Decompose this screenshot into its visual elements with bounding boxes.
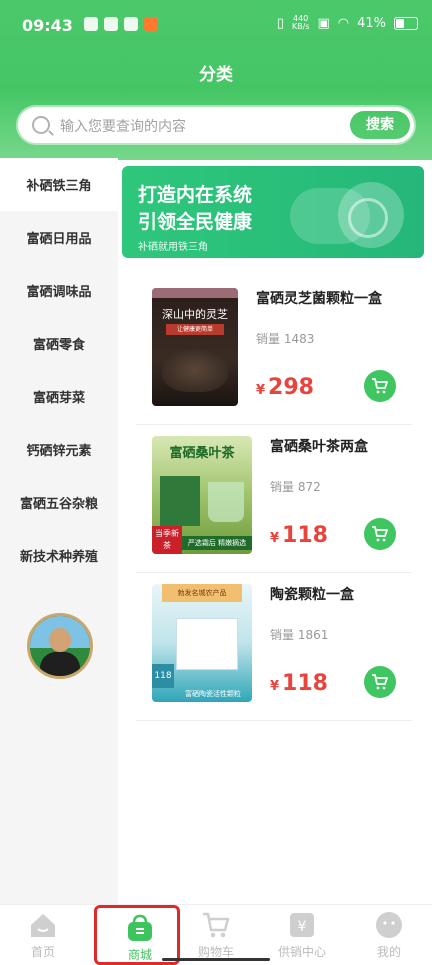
bottom-tab-bar: 首页 商城 购物车 ¥ 供销中心 我的 — [0, 904, 432, 965]
home-icon — [31, 914, 55, 937]
product-price: 298 — [268, 375, 314, 400]
sales-label: 销量 — [256, 332, 281, 346]
header: 09:43 ▯ 440 KB/s ▣ ◠ 41% 分类 输入您要查询的内容 搜索 — [0, 0, 432, 160]
sidebar-item-grains[interactable]: 富硒五谷杂粮 — [0, 476, 118, 529]
cart-icon — [372, 378, 388, 394]
cart-icon — [372, 526, 388, 542]
product-image-subtitle: 让健康更简单 — [166, 324, 224, 335]
battery-percent: 41% — [357, 15, 386, 31]
product-image-title: 富硒桑叶茶 — [169, 446, 235, 461]
sales-count: 1861 — [297, 628, 329, 642]
product-image-corner: 当季新茶 — [152, 526, 182, 554]
status-right: ▯ 440 KB/s ▣ ◠ 41% — [277, 15, 418, 31]
price-currency: ¥ — [256, 383, 266, 398]
search-icon — [32, 116, 50, 134]
profile-icon — [376, 912, 402, 938]
svg-text:¥: ¥ — [298, 919, 307, 935]
avatar[interactable] — [27, 613, 93, 679]
cart-icon — [203, 912, 230, 938]
sales-count: 872 — [297, 480, 321, 494]
sidebar-item-supplement[interactable]: 补硒铁三角 — [0, 158, 118, 211]
tab-home-label: 首页 — [30, 945, 55, 959]
search-bar[interactable]: 输入您要查询的内容 搜索 — [18, 107, 414, 143]
tab-supply-center-label: 供销中心 — [277, 945, 326, 959]
sim-icon: ▣ — [317, 15, 330, 31]
product-image-corner: 118 — [152, 664, 174, 688]
product-name[interactable]: 富硒灵芝菌颗粒一盒 — [256, 288, 382, 308]
app-notification-icon — [84, 17, 98, 31]
product-item[interactable]: 勃发名城农产品 118 富硒陶瓷活性颗粒 陶瓷颗粒一盒 销量 1861 ¥118 — [136, 572, 412, 721]
product-name[interactable]: 富硒桑叶茶两盒 — [270, 436, 368, 456]
tab-profile[interactable]: 我的 — [346, 905, 432, 965]
sidebar-item-farming[interactable]: 新技术种养殖 — [0, 529, 118, 582]
tab-profile-label: 我的 — [376, 945, 401, 959]
product-item[interactable]: 富硒桑叶茶 当季新茶 严选霜后 精嫩摘选 富硒桑叶茶两盒 销量 872 ¥118 — [136, 424, 412, 573]
status-time: 09:43 — [22, 16, 73, 35]
product-name[interactable]: 陶瓷颗粒一盒 — [270, 584, 354, 604]
banner-line2: 引领全民健康 — [138, 211, 253, 233]
sales-count: 1483 — [283, 332, 315, 346]
shopping-bag-icon — [128, 914, 152, 941]
home-indicator — [162, 958, 270, 961]
tab-cart[interactable]: 购物车 — [173, 905, 259, 965]
product-price: 118 — [282, 671, 328, 696]
sales-label: 销量 — [270, 628, 295, 642]
category-sidebar: 补硒铁三角 富硒日用品 富硒调味品 富硒零食 富硒芽菜 钙硒锌元素 富硒五谷杂粮… — [0, 158, 118, 904]
tab-supply-center[interactable]: ¥ 供销中心 — [259, 905, 345, 965]
tiktok-icon — [124, 17, 138, 31]
product-image-subtitle: 富硒陶瓷活性颗粒 — [185, 690, 241, 698]
page-title: 分类 — [199, 65, 233, 85]
product-image-subtitle: 严选霜后 精嫩摘选 — [182, 536, 252, 550]
battery-icon — [394, 16, 418, 30]
product-image: 勃发名城农产品 118 富硒陶瓷活性颗粒 — [152, 584, 252, 702]
net-speed: 440 KB/s — [292, 15, 310, 31]
add-to-cart-button[interactable] — [364, 666, 396, 698]
product-image: 富硒桑叶茶 当季新茶 严选霜后 精嫩摘选 — [152, 436, 252, 554]
wifi-icon: ◠ — [337, 15, 350, 31]
tab-home[interactable]: 首页 — [0, 905, 86, 965]
tab-mall[interactable]: 商城 — [94, 905, 180, 965]
banner-line1: 打造内在系统 — [138, 184, 253, 206]
product-image-title: 勃发名城农产品 — [162, 584, 242, 602]
promo-banner[interactable]: 打造内在系统 引领全民健康 补硒就用铁三角 — [122, 166, 424, 258]
sales-label: 销量 — [270, 480, 295, 494]
sidebar-item-elements[interactable]: 钙硒锌元素 — [0, 423, 118, 476]
product-price: 118 — [282, 523, 328, 548]
add-to-cart-button[interactable] — [364, 518, 396, 550]
sidebar-item-daily[interactable]: 富硒日用品 — [0, 211, 118, 264]
product-image: 深山中的灵芝 让健康更简单 — [152, 288, 238, 406]
cart-icon — [372, 674, 388, 690]
sidebar-item-snacks[interactable]: 富硒零食 — [0, 317, 118, 370]
product-image-title: 深山中的灵芝 — [162, 308, 228, 321]
sidebar-item-seasoning[interactable]: 富硒调味品 — [0, 264, 118, 317]
app-badge-icon — [144, 17, 158, 31]
sidebar-item-sprouts[interactable]: 富硒芽菜 — [0, 370, 118, 423]
vibrate-icon: ▯ — [276, 15, 284, 31]
store-icon: ¥ — [290, 913, 314, 937]
search-button[interactable]: 搜索 — [350, 111, 410, 139]
product-item[interactable]: 深山中的灵芝 让健康更简单 富硒灵芝菌颗粒一盒 销量 1483 ¥298 — [136, 276, 412, 425]
add-to-cart-button[interactable] — [364, 370, 396, 402]
net-speed-unit: KB/s — [291, 22, 310, 31]
price-currency: ¥ — [270, 679, 280, 694]
search-input[interactable]: 输入您要查询的内容 — [60, 116, 186, 136]
banner-subtitle: 补硒就用铁三角 — [138, 242, 208, 253]
price-currency: ¥ — [270, 531, 280, 546]
notification-icons — [84, 17, 158, 31]
wechat-icon — [104, 17, 118, 31]
status-bar: 09:43 ▯ 440 KB/s ▣ ◠ 41% — [0, 0, 432, 50]
